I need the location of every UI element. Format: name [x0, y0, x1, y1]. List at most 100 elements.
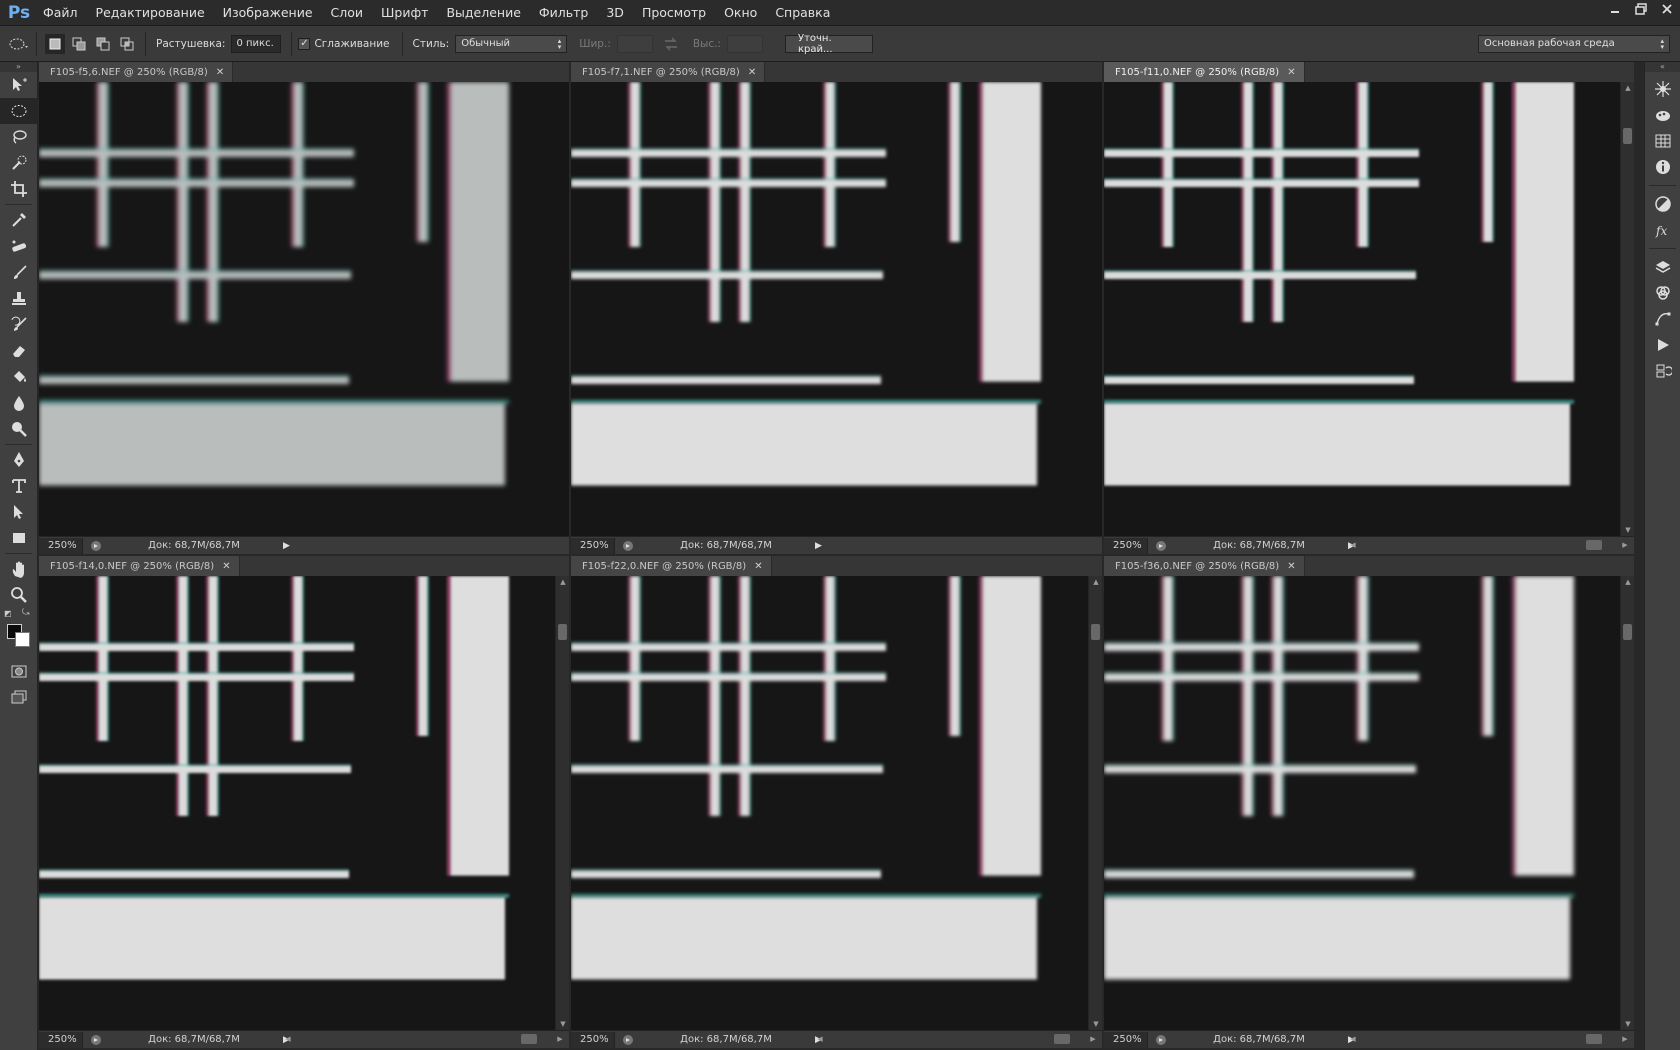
actions-panel-button[interactable]	[1645, 332, 1680, 358]
crop-tool[interactable]	[0, 176, 38, 202]
panel-collapse-grip[interactable]: «	[1645, 62, 1680, 72]
menu-item[interactable]: 3D	[597, 0, 633, 26]
scroll-left-icon[interactable]: ◀	[1348, 1035, 1358, 1043]
info-panel-button[interactable]	[1645, 154, 1680, 180]
refine-edge-button[interactable]: Уточн. край...	[784, 33, 873, 55]
elliptical-marquee-tool[interactable]	[0, 98, 38, 124]
color-panel-button[interactable]	[1645, 102, 1680, 128]
history-panel-button[interactable]	[1645, 358, 1680, 384]
workspace-select[interactable]: Основная рабочая среда ▴ ▾	[1478, 34, 1670, 53]
document-canvas[interactable]	[39, 576, 555, 1030]
scrollbar-track[interactable]	[1358, 540, 1620, 550]
document-tab[interactable]: F105-f14,0.NEF @ 250% (RGB/8) ✕	[39, 556, 240, 576]
pen-tool[interactable]	[0, 447, 38, 473]
scrollbar-thumb[interactable]	[1091, 624, 1100, 640]
scroll-down-icon[interactable]: ▼	[1089, 1018, 1103, 1030]
clone-stamp-tool[interactable]	[0, 286, 38, 312]
hand-tool[interactable]	[0, 556, 38, 582]
document-canvas[interactable]	[39, 82, 569, 536]
document-tab[interactable]: F105-f36,0.NEF @ 250% (RGB/8) ✕	[1104, 556, 1305, 576]
menu-item[interactable]: Изображение	[214, 0, 322, 26]
horizontal-scrollbar[interactable]: ◀ ▶	[1348, 1030, 1630, 1048]
menu-item[interactable]: Фильтр	[530, 0, 597, 26]
quick-selection-tool[interactable]	[0, 150, 38, 176]
zoom-level[interactable]: 250%	[1104, 1031, 1148, 1048]
height-input[interactable]	[726, 34, 763, 53]
move-tool[interactable]	[0, 72, 38, 98]
document-tab[interactable]: F105-f11,0.NEF @ 250% (RGB/8) ✕	[1104, 62, 1305, 82]
scroll-right-icon[interactable]: ▶	[1620, 1035, 1630, 1043]
document-tab[interactable]: F105-f22,0.NEF @ 250% (RGB/8) ✕	[571, 556, 772, 576]
status-menu-arrow-icon[interactable]: ▶	[283, 541, 290, 551]
scrollbar-thumb[interactable]	[1623, 624, 1632, 640]
menu-item[interactable]: Окно	[715, 0, 766, 26]
feather-input[interactable]	[231, 34, 282, 53]
scroll-left-icon[interactable]: ◀	[815, 1035, 825, 1043]
swap-dimensions-button[interactable]	[661, 34, 681, 54]
brush-tool[interactable]	[0, 260, 38, 286]
status-share-icon[interactable]	[89, 1033, 103, 1047]
eraser-tool[interactable]	[0, 338, 38, 364]
menu-item[interactable]: Выделение	[437, 0, 529, 26]
navigator-panel-button[interactable]	[1645, 76, 1680, 102]
document-canvas[interactable]	[1104, 82, 1620, 536]
background-color-swatch[interactable]	[15, 632, 30, 647]
paths-panel-button[interactable]	[1645, 306, 1680, 332]
document-tab[interactable]: F105-f7,1.NEF @ 250% (RGB/8) ✕	[571, 62, 766, 82]
zoom-tool[interactable]	[0, 582, 38, 608]
new-selection-button[interactable]	[45, 33, 65, 54]
scroll-up-icon[interactable]: ▲	[1089, 576, 1103, 588]
status-share-icon[interactable]	[621, 1033, 635, 1047]
lasso-tool[interactable]	[0, 124, 38, 150]
document-tab[interactable]: F105-f5,6.NEF @ 250% (RGB/8) ✕	[39, 62, 234, 82]
scroll-right-icon[interactable]: ▶	[555, 1035, 565, 1043]
subtract-from-selection-button[interactable]	[93, 34, 113, 54]
close-tab-icon[interactable]: ✕	[1287, 561, 1295, 572]
antialias-checkbox[interactable]: ✓	[298, 37, 311, 50]
menu-item[interactable]: Редактирование	[87, 0, 214, 26]
status-share-icon[interactable]	[1154, 1033, 1168, 1047]
vertical-scrollbar[interactable]: ▲ ▼	[555, 576, 569, 1030]
scrollbar-track[interactable]	[825, 1034, 1088, 1044]
swap-colors-icon[interactable]: ⤿	[22, 608, 30, 618]
status-share-icon[interactable]	[89, 539, 103, 553]
horizontal-scrollbar[interactable]: ◀ ▶	[1348, 536, 1630, 554]
menu-item[interactable]: Справка	[766, 0, 839, 26]
channels-panel-button[interactable]	[1645, 280, 1680, 306]
scrollbar-thumb[interactable]	[1586, 540, 1602, 550]
close-tab-icon[interactable]: ✕	[216, 67, 224, 78]
close-tab-icon[interactable]: ✕	[1287, 67, 1295, 78]
menu-item[interactable]: Просмотр	[633, 0, 715, 26]
menu-item[interactable]: Шрифт	[372, 0, 437, 26]
zoom-level[interactable]: 250%	[571, 537, 615, 554]
zoom-level[interactable]: 250%	[1104, 537, 1148, 554]
status-menu-arrow-icon[interactable]: ▶	[815, 541, 822, 551]
paint-bucket-tool[interactable]	[0, 364, 38, 390]
close-tab-icon[interactable]: ✕	[754, 561, 762, 572]
layers-panel-button[interactable]	[1645, 254, 1680, 280]
quick-mask-button[interactable]	[0, 658, 38, 684]
close-tab-icon[interactable]: ✕	[222, 561, 230, 572]
swatches-panel-button[interactable]	[1645, 128, 1680, 154]
restore-button[interactable]	[1628, 0, 1654, 18]
scroll-down-icon[interactable]: ▼	[556, 1018, 570, 1030]
scroll-down-icon[interactable]: ▼	[1621, 524, 1635, 536]
status-share-icon[interactable]	[1154, 539, 1168, 553]
scroll-up-icon[interactable]: ▲	[556, 576, 570, 588]
adjustments-panel-button[interactable]	[1645, 191, 1680, 217]
scrollbar-thumb[interactable]	[1623, 128, 1632, 144]
scroll-down-icon[interactable]: ▼	[1621, 1018, 1635, 1030]
document-canvas[interactable]	[571, 576, 1088, 1030]
scroll-left-icon[interactable]: ◀	[1348, 541, 1358, 549]
scroll-right-icon[interactable]: ▶	[1088, 1035, 1098, 1043]
document-canvas[interactable]	[571, 82, 1102, 536]
minimize-button[interactable]	[1602, 0, 1628, 18]
spot-healing-tool[interactable]	[0, 234, 38, 260]
styles-panel-button[interactable]: fx	[1645, 217, 1680, 243]
scrollbar-track[interactable]	[1358, 1034, 1620, 1044]
horizontal-scrollbar[interactable]: ◀ ▶	[283, 1030, 565, 1048]
type-tool[interactable]	[0, 473, 38, 499]
intersect-selection-button[interactable]	[117, 34, 137, 54]
scroll-right-icon[interactable]: ▶	[1620, 541, 1630, 549]
tool-preset-picker[interactable]	[8, 34, 28, 54]
